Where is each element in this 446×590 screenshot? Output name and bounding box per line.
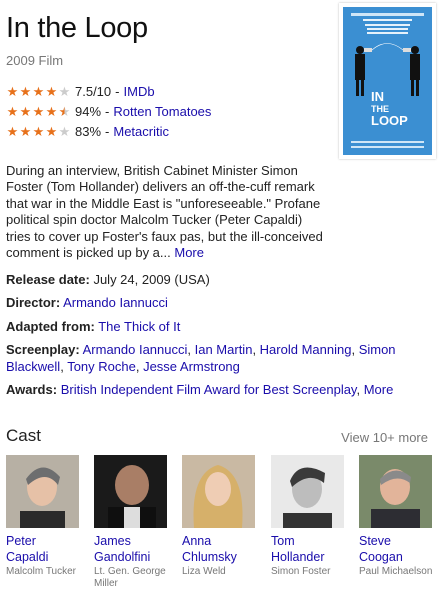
star-rating: ★ ★ ★ ★ ★ [6, 102, 72, 122]
rating-row-imdb: ★ ★ ★ ★ ★ 7.5/10 - IMDb [6, 82, 211, 102]
rating-score: 94% [75, 104, 102, 119]
poster-image: IN THE LOOP [343, 7, 432, 155]
awards-more-link[interactable]: More [364, 382, 394, 397]
star-full-icon: ★ [32, 104, 45, 119]
movie-subtitle: 2009 Film [6, 53, 64, 68]
fact-label: Release date: [6, 272, 90, 287]
fact-label: Adapted from: [6, 318, 95, 334]
cast-name[interactable]: James Gandolfini [94, 533, 169, 565]
separator: - [115, 84, 120, 99]
cast-photo[interactable] [359, 455, 432, 528]
screenplay-person-link[interactable]: Ian Martin [195, 342, 253, 357]
fact-adapted-from: Adapted from: The Thick of It [6, 319, 416, 335]
cast-role: Liza Weld [182, 566, 226, 577]
fact-label: Screenplay: [6, 342, 80, 358]
poster-title: IN THE LOOP [371, 89, 408, 128]
cast-name[interactable]: Peter Capaldi [6, 533, 81, 565]
cast-photo[interactable] [182, 455, 255, 528]
rating-score: 83% [75, 124, 102, 139]
cast-member[interactable]: James Gandolfini Lt. Gen. George Miller [94, 455, 169, 590]
fact-director: Director: Armando Iannucci [6, 295, 416, 311]
star-full-icon: ★ [6, 84, 19, 99]
person-icon [182, 455, 255, 528]
person-icon [94, 455, 167, 528]
cast-role: Malcolm Tucker [6, 566, 77, 577]
star-full-icon: ★ [32, 124, 45, 139]
cast-member[interactable]: Peter Capaldi Malcolm Tucker [6, 455, 81, 578]
fact-awards: Awards: British Independent Film Award f… [6, 382, 394, 398]
rating-row-rotten-tomatoes: ★ ★ ★ ★ ★ 94% - Rotten Tomatoes [6, 102, 212, 122]
person-icon [6, 455, 79, 528]
fact-release-date: Release date: July 24, 2009 (USA) [6, 272, 416, 288]
star-full-icon: ★ [32, 84, 45, 99]
fact-screenplay: Screenplay: Armando Iannucci, Ian Martin… [6, 342, 396, 374]
rating-source-link[interactable]: Rotten Tomatoes [113, 102, 211, 122]
separator: - [105, 124, 110, 139]
star-full-icon: ★ [45, 104, 58, 119]
movie-title: In the Loop [6, 12, 148, 44]
view-more-cast-link[interactable]: View 10+ more [341, 430, 428, 445]
ratings-list: ★ ★ ★ ★ ★ 7.5/10 - IMDb ★ ★ ★ ★ ★ 94% - … [6, 82, 212, 142]
cast-header: Cast [6, 426, 41, 445]
star-rating: ★ ★ ★ ★ ★ [6, 122, 72, 142]
star-half-icon: ★ [58, 102, 71, 122]
adapted-from-link[interactable]: The Thick of It [98, 319, 180, 334]
cast-role: Paul Michaelson [359, 566, 433, 577]
fact-label: Awards: [6, 382, 58, 398]
fact-label: Director: [6, 295, 61, 311]
cast-member[interactable]: Steve Coogan Paul Michaelson [359, 455, 434, 578]
fact-value: July 24, 2009 (USA) [93, 272, 210, 287]
cast-name[interactable]: Anna Chlumsky [182, 533, 257, 565]
screenplay-person-link[interactable]: Armando Iannucci [83, 342, 188, 357]
cast-name[interactable]: Tom Hollander [271, 533, 346, 565]
rating-row-metacritic: ★ ★ ★ ★ ★ 83% - Metacritic [6, 122, 211, 142]
star-rating: ★ ★ ★ ★ ★ [6, 82, 72, 102]
director-link[interactable]: Armando Iannucci [63, 295, 168, 310]
movie-description: During an interview, British Cabinet Min… [6, 163, 324, 261]
star-full-icon: ★ [45, 124, 58, 139]
cast-member[interactable]: Tom Hollander Simon Foster [271, 455, 346, 578]
poster-title-line: LOOP [371, 113, 408, 128]
star-full-icon: ★ [19, 124, 32, 139]
rating-source-link[interactable]: Metacritic [113, 122, 169, 142]
cast-role: Lt. Gen. George Miller [94, 566, 166, 589]
star-full-icon: ★ [6, 124, 19, 139]
cast-name[interactable]: Steve Coogan [359, 533, 434, 565]
poster-title-line: IN [371, 89, 384, 104]
poster-art-icon [343, 7, 432, 155]
screenplay-person-link[interactable]: Jesse Armstrong [143, 359, 240, 374]
cast-photo[interactable] [6, 455, 79, 528]
cast-photo[interactable] [271, 455, 344, 528]
cast-member[interactable]: Anna Chlumsky Liza Weld [182, 455, 257, 578]
person-icon [271, 455, 344, 528]
star-full-icon: ★ [6, 104, 19, 119]
separator: - [105, 104, 110, 119]
star-full-icon: ★ [19, 104, 32, 119]
movie-facts: Release date: July 24, 2009 (USA) Direct… [6, 272, 416, 405]
movie-poster[interactable]: IN THE LOOP [339, 3, 436, 159]
star-full-icon: ★ [45, 84, 58, 99]
award-link[interactable]: British Independent Film Award for Best … [61, 382, 357, 397]
screenplay-person-link[interactable]: Tony Roche [67, 359, 136, 374]
description-more-link[interactable]: More [174, 245, 204, 260]
cast-photo[interactable] [94, 455, 167, 528]
person-icon [359, 455, 432, 528]
star-full-icon: ★ [19, 84, 32, 99]
star-empty-icon: ★ [58, 84, 71, 99]
description-text: During an interview, British Cabinet Min… [6, 163, 323, 261]
rating-score: 7.5/10 [75, 84, 112, 99]
star-empty-icon: ★ [58, 124, 71, 139]
cast-role: Simon Foster [271, 566, 331, 577]
screenplay-person-link[interactable]: Harold Manning [260, 342, 352, 357]
rating-source-link[interactable]: IMDb [124, 82, 155, 102]
